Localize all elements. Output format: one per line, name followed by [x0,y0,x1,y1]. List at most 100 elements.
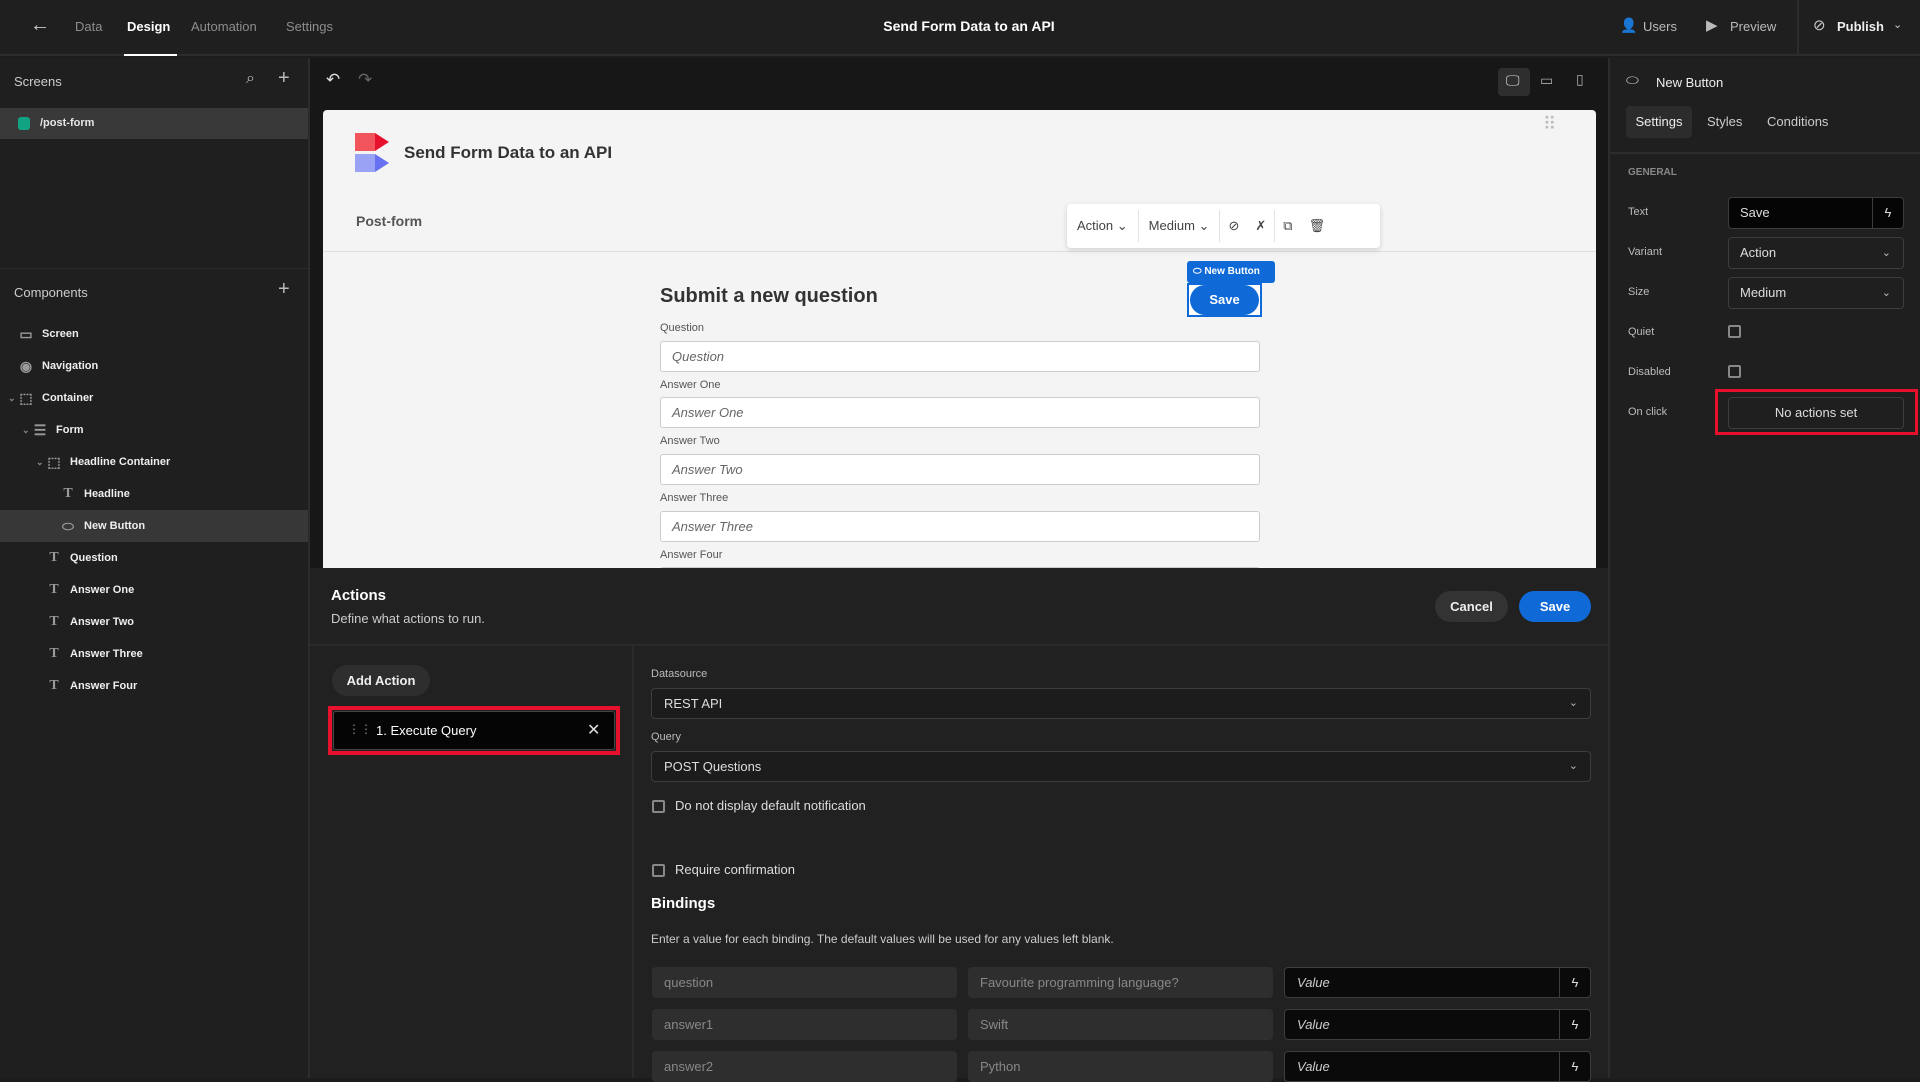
binding-value-input[interactable]: Value ϟ [1284,967,1591,998]
tab-settings-panel[interactable]: Settings [1626,106,1692,138]
trash-icon[interactable]: 🗑 [1301,218,1334,234]
tab-conditions[interactable]: Conditions [1767,114,1828,129]
size-value: Medium [1148,218,1195,233]
nav-divider [323,251,1596,252]
search-icon[interactable]: ⌕ [246,70,255,88]
variant-select[interactable]: Action ⌄ [1728,237,1904,269]
tree-label: Screen [42,328,79,340]
save-button-preview[interactable]: Save [1190,285,1259,315]
component-tag: ⬭ New Button [1187,261,1275,283]
quiet-checkbox[interactable] [1728,325,1741,338]
save-button[interactable]: Save [1519,591,1591,622]
lightning-icon[interactable]: ϟ [1559,968,1590,997]
tree-label: Container [42,392,94,404]
binding-name: question [652,967,957,998]
field-label: Answer Two [660,435,720,447]
require-confirmation-label: Require confirmation [675,862,795,877]
tab-styles[interactable]: Styles [1707,114,1742,129]
size-select[interactable]: Medium ⌄ [1728,277,1904,309]
mobile-icon[interactable]: ▯ [1576,71,1584,88]
field-label: Answer Three [660,492,729,504]
publish-button[interactable]: Publish [1837,19,1884,34]
tree-item-navigation[interactable]: ◉ Navigation [0,350,308,382]
size-dropdown[interactable]: Medium ⌄ [1139,218,1220,234]
nav-link-post-form[interactable]: Post-form [356,213,422,229]
datasource-select[interactable]: REST API ⌄ [651,688,1591,719]
text-icon: T [49,582,59,597]
hide-icon[interactable]: ⊘ [1220,218,1247,234]
text-label: Text [1628,206,1649,218]
chevron-down-icon: ⌄ [1568,760,1578,772]
chevron-down-icon: ⌄ [1881,287,1891,299]
no-notification-checkbox[interactable] [652,800,665,813]
question-input[interactable]: Question [660,341,1260,372]
text-icon: T [49,550,59,565]
text-icon: T [49,646,59,661]
field-label: Answer Four [660,549,723,561]
tree-label: Navigation [42,360,99,372]
caret-down-icon[interactable]: ⌄ [8,393,16,404]
no-notification-label: Do not display default notification [675,798,866,813]
chevron-down-icon: ⌄ [1881,247,1891,259]
screen-icon: ▭ [19,325,33,342]
undo-icon[interactable]: ↶ [326,70,340,90]
tablet-icon[interactable]: ▭ [1540,72,1553,89]
add-screen-icon[interactable]: + [278,67,290,90]
grid-dots-icon[interactable]: ⠿ [1543,114,1556,135]
screen-item-post-form[interactable]: /post-form [0,108,308,139]
answer-three-input[interactable]: Answer Three [660,511,1260,542]
actions-subtitle: Define what actions to run. [331,611,485,626]
binding-value-input[interactable]: Value ϟ [1284,1009,1591,1040]
form-icon: ☰ [33,421,47,438]
add-component-icon[interactable]: + [278,278,290,301]
query-select[interactable]: POST Questions ⌄ [651,751,1591,782]
require-confirmation-checkbox[interactable] [652,864,665,877]
tree-item-screen[interactable]: ▭ Screen [0,318,308,350]
binding-name: answer2 [652,1051,957,1082]
chevron-down-icon: ⌄ [1198,218,1210,233]
binding-value-input[interactable]: Value ϟ [1284,1051,1591,1082]
screen-color-dot [18,117,30,130]
tree-item-new-button[interactable]: ⬭ New Button [0,510,308,542]
tree-item-question[interactable]: T Question [0,542,308,574]
variant-dropdown[interactable]: Action ⌄ [1067,218,1138,234]
tree-item-answer-three[interactable]: T Answer Three [0,638,308,670]
preview-button[interactable]: Preview [1730,19,1776,34]
field-label: Question [660,322,705,334]
answer-two-input[interactable]: Answer Two [660,454,1260,485]
binding-default: Swift [968,1009,1273,1040]
cancel-button[interactable]: Cancel [1435,591,1508,622]
add-action-button[interactable]: Add Action [332,665,430,696]
text-icon: T [49,678,59,693]
tree-item-headline-container[interactable]: ⌄ ⬚ Headline Container [0,446,308,478]
redo-icon[interactable]: ↷ [358,70,372,90]
eyedropper-off-icon[interactable]: ✗ [1247,218,1274,234]
screens-header: Screens [14,74,62,89]
tree-item-answer-two[interactable]: T Answer Two [0,606,308,638]
lightning-icon[interactable]: ϟ [1872,198,1903,228]
desktop-icon: 🖵 [1506,72,1520,88]
disabled-checkbox[interactable] [1728,365,1741,378]
datasource-value: REST API [664,696,723,711]
query-label: Query [651,731,681,743]
lightning-icon[interactable]: ϟ [1559,1052,1590,1081]
chevron-down-icon[interactable]: ⌄ [1893,18,1902,31]
tree-item-form[interactable]: ⌄ ☰ Form [0,414,308,446]
desktop-view-button[interactable]: 🖵 [1498,68,1530,96]
tree-item-container[interactable]: ⌄ ⬚ Container [0,382,308,414]
text-input[interactable]: Save ϟ [1728,197,1904,229]
users-button[interactable]: Users [1643,19,1677,34]
duplicate-icon[interactable]: ⧉ [1275,218,1300,234]
lightning-icon[interactable]: ϟ [1559,1010,1590,1039]
size-value: Medium [1740,285,1787,300]
caret-down-icon[interactable]: ⌄ [36,457,44,468]
action-item-execute-query[interactable]: ⋮⋮ 1. Execute Query ✕ [333,711,615,750]
tree-item-answer-one[interactable]: T Answer One [0,574,308,606]
drag-handle-icon[interactable]: ⋮⋮ [348,722,372,736]
tree-item-headline[interactable]: T Headline [0,478,308,510]
onclick-actions-button[interactable]: No actions set [1728,397,1904,429]
caret-down-icon[interactable]: ⌄ [22,425,30,436]
close-icon[interactable]: ✕ [587,720,600,740]
tree-item-answer-four[interactable]: T Answer Four [0,670,308,702]
answer-one-input[interactable]: Answer One [660,397,1260,428]
